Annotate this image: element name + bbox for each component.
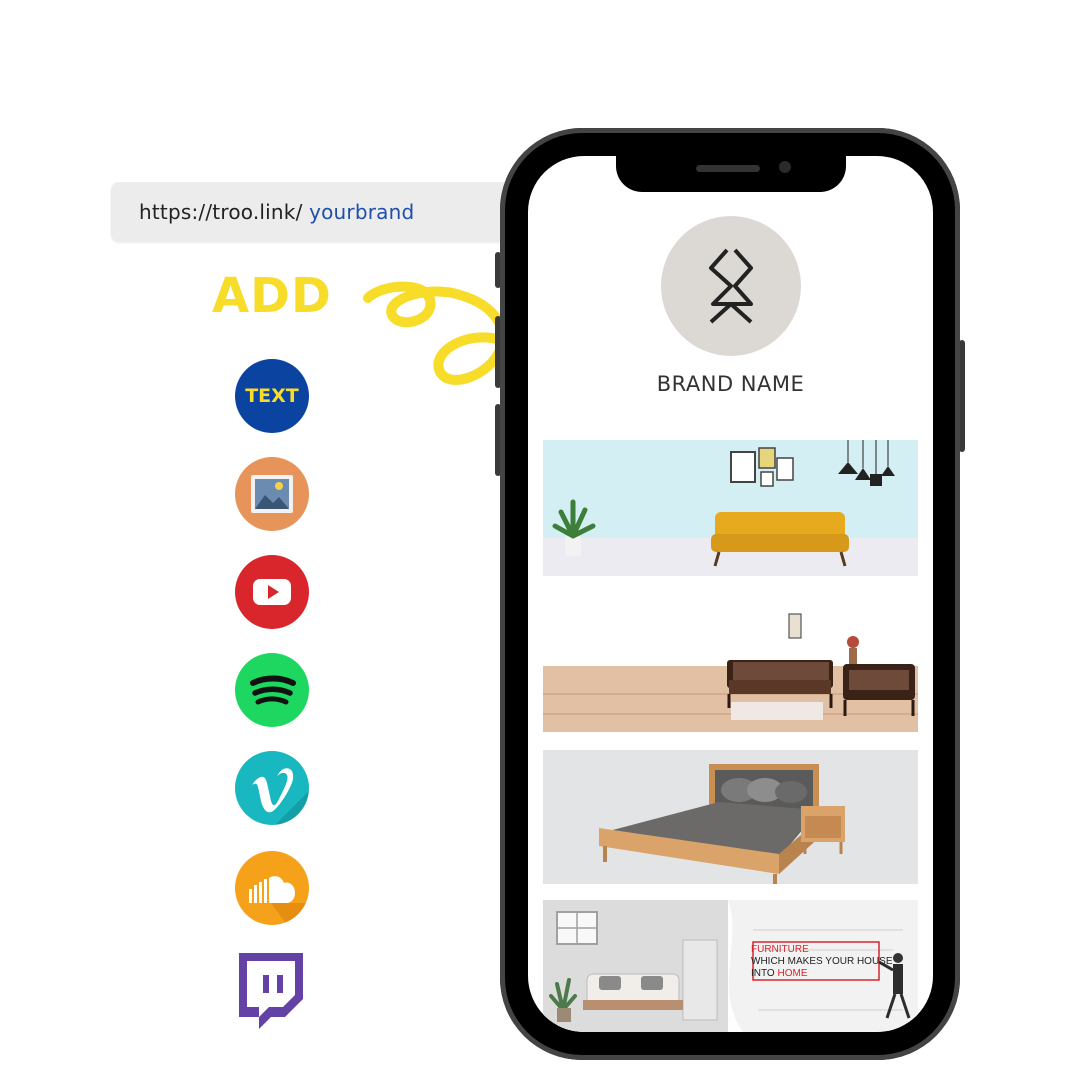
sofa-set-image — [543, 594, 918, 732]
text-label: TEXT — [245, 385, 299, 407]
promo-line1: FURNITURE — [751, 944, 809, 955]
phone-speaker — [696, 165, 760, 172]
camera-icon — [779, 161, 791, 173]
url-base: https://troo.link/ — [139, 200, 303, 224]
furniture-promo-banner[interactable]: FURNITURE WHICH MAKES YOUR HOUSE INTO HO… — [543, 900, 918, 1032]
soundcloud-icon — [249, 876, 309, 925]
promo-line2: WHICH MAKES YOUR HOUSE — [751, 956, 893, 967]
sofa-set-banner[interactable] — [543, 594, 918, 732]
add-label: ADD — [212, 268, 332, 324]
spotify-icon — [250, 675, 296, 705]
promo-line3-b: HOME — [777, 968, 808, 979]
text-block-button[interactable]: TEXT — [235, 359, 309, 433]
living-room-banner[interactable] — [543, 440, 918, 576]
phone-notch — [616, 156, 846, 192]
promo-text: FURNITURE WHICH MAKES YOUR HOUSE INTO HO… — [751, 944, 893, 980]
vimeo-icon — [252, 768, 309, 825]
bedroom-banner[interactable] — [543, 750, 918, 884]
youtube-icon — [253, 579, 291, 605]
image-icon — [251, 475, 293, 513]
brand-name: BRAND NAME — [656, 372, 805, 396]
url-brand: yourbrand — [302, 200, 415, 224]
twitch-icon — [239, 953, 303, 1029]
brand-logo — [661, 216, 801, 356]
bedroom-image — [543, 750, 918, 884]
phone-screen: BRAND NAME FURNITURE WHICH MAKES YOUR HO… — [528, 156, 933, 1032]
phone-mockup: BRAND NAME FURNITURE WHICH MAKES YOUR HO… — [495, 128, 965, 1060]
brand-logo-icon — [709, 248, 753, 324]
vimeo-block-button[interactable] — [235, 751, 309, 825]
url-text[interactable]: https://troo.link/ yourbrand — [139, 200, 414, 224]
twitch-block-button[interactable] — [233, 953, 309, 1033]
promo-line3-a: INTO — [751, 968, 778, 979]
spotify-block-button[interactable] — [235, 653, 309, 727]
soundcloud-block-button[interactable] — [235, 851, 309, 925]
youtube-block-button[interactable] — [235, 555, 309, 629]
image-block-button[interactable] — [235, 457, 309, 531]
living-room-image — [543, 440, 918, 576]
